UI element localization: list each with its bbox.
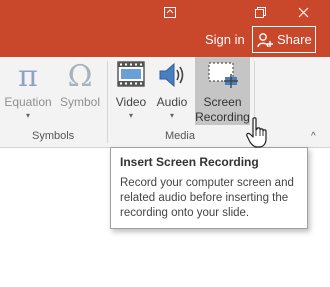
ribbon-display-options-icon[interactable]: [155, 0, 185, 24]
screen-recording-label-line2: Recording: [195, 110, 250, 124]
chevron-down-icon: ▾: [128, 111, 133, 120]
person-add-icon: [257, 32, 273, 47]
title-bar: Sign in Share: [0, 0, 330, 57]
symbol-icon: Ω: [67, 59, 93, 94]
restore-icon[interactable]: [245, 0, 275, 24]
video-button[interactable]: Video ▾: [112, 57, 150, 127]
symbol-label: Symbol: [59, 95, 100, 109]
tooltip-title: Insert Screen Recording: [120, 155, 259, 169]
close-icon[interactable]: [288, 0, 318, 24]
group-separator: [107, 61, 108, 143]
equation-icon: π: [18, 59, 38, 94]
tooltip: Insert Screen Recording Record your comp…: [110, 147, 308, 229]
audio-label: Audio: [156, 95, 188, 109]
collapse-ribbon-icon[interactable]: ^: [311, 131, 316, 142]
symbol-button[interactable]: Ω Symbol: [56, 57, 104, 127]
audio-icon: [159, 62, 184, 88]
screen-recording-icon: [207, 62, 238, 88]
equation-button[interactable]: π Equation ▾: [0, 57, 56, 127]
sign-in-link[interactable]: Sign in: [205, 32, 245, 47]
tooltip-body: Record your computer screen and related …: [120, 177, 294, 219]
audio-button[interactable]: Audio ▾: [152, 57, 192, 127]
group-label-media: Media: [165, 130, 195, 142]
screen-recording-label-line1: Screen: [203, 95, 242, 109]
video-icon: [117, 61, 145, 87]
group-label-symbols: Symbols: [32, 130, 75, 142]
hand-cursor-icon: [246, 117, 267, 148]
equation-label: Equation: [4, 95, 52, 109]
share-label: Share: [277, 32, 312, 47]
chevron-down-icon: ▾: [25, 111, 30, 120]
ribbon: π Equation ▾ Ω Symbol Video ▾ Audio ▾ Sc…: [0, 57, 330, 148]
chevron-down-icon: ▾: [169, 111, 174, 120]
video-label: Video: [115, 95, 147, 109]
screen-recording-button[interactable]: Screen Recording: [195, 57, 250, 125]
share-button[interactable]: Share: [252, 26, 316, 53]
